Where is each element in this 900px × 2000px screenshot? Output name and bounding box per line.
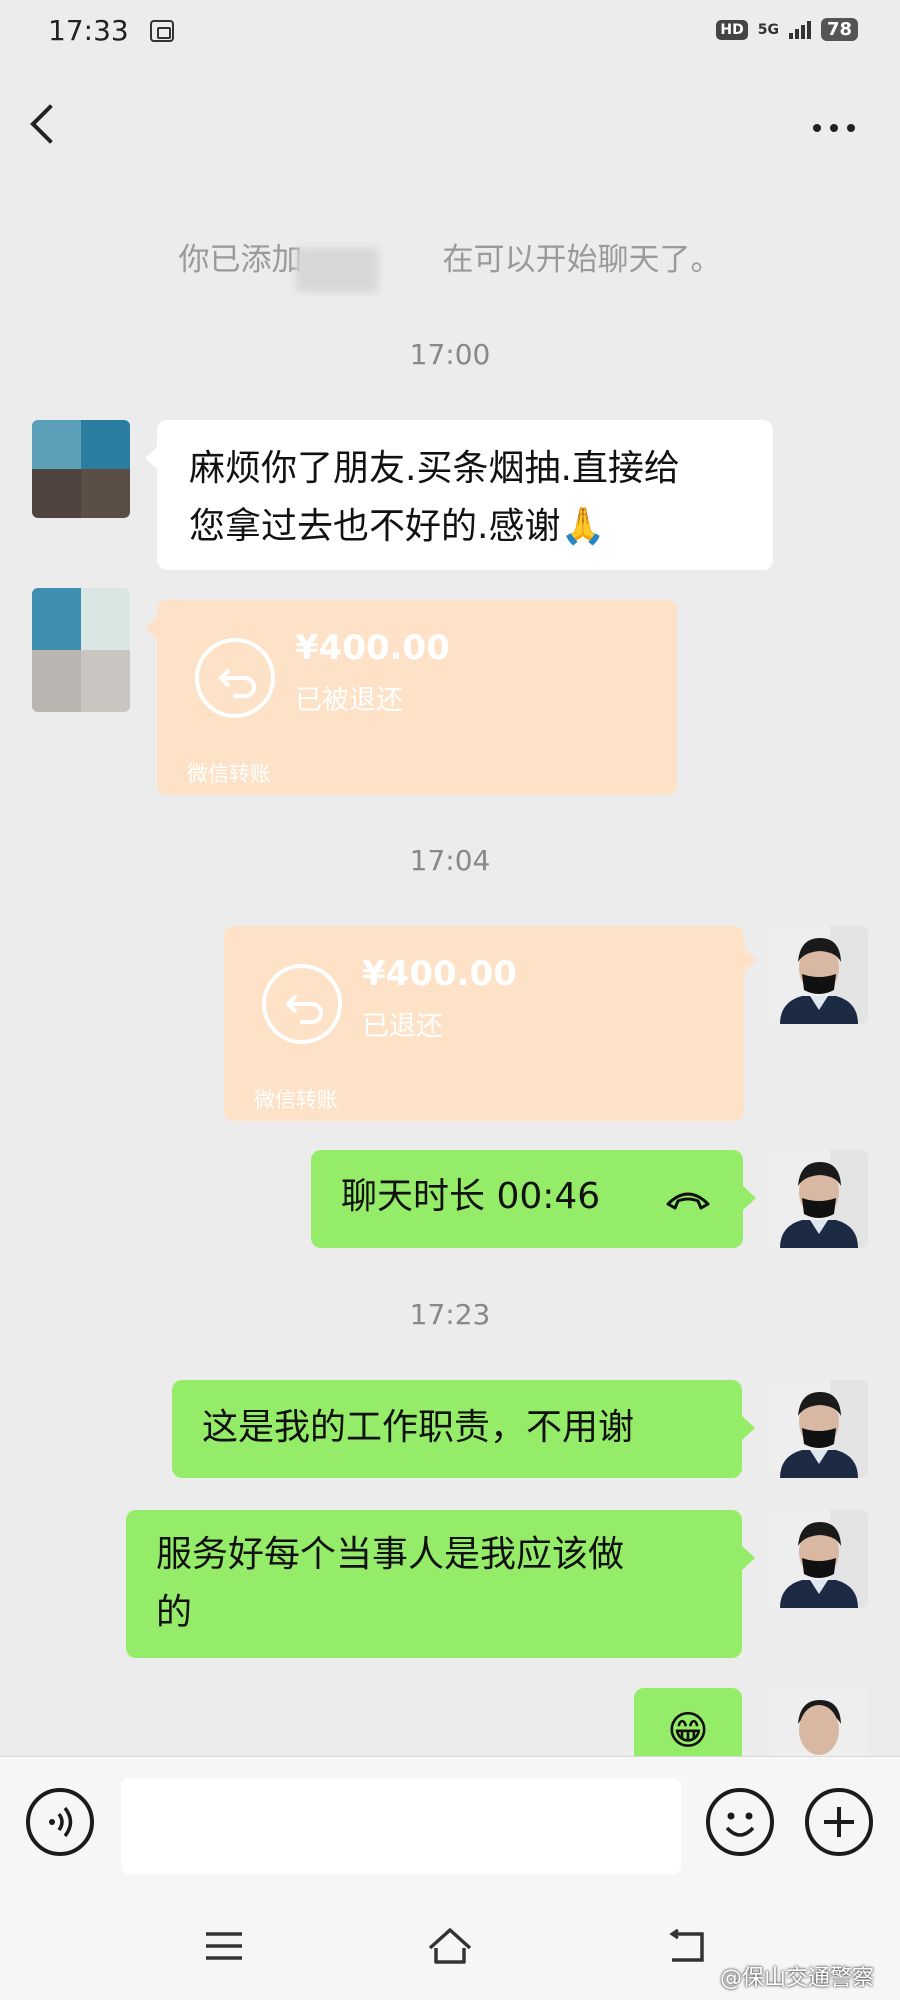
transfer-status: 已被退还	[295, 685, 403, 716]
signal-icon	[788, 20, 811, 39]
message-input[interactable]	[121, 1778, 681, 1874]
transfer-amount: ¥400.00	[362, 954, 517, 994]
call-duration-text: 聊天时长 00:46	[341, 1176, 601, 1217]
watermark: @保山交通警察	[719, 1966, 874, 1991]
my-avatar[interactable]	[770, 1510, 868, 1608]
contact-avatar[interactable]	[32, 420, 130, 518]
more-dots-icon[interactable]	[813, 124, 855, 132]
plus-icon[interactable]	[805, 1788, 873, 1856]
grinning-emoji: 😁	[667, 1708, 709, 1754]
status-indicators: HD 5G 78	[716, 18, 858, 41]
transfer-status: 已退还	[362, 1011, 443, 1042]
my-avatar[interactable]	[770, 1150, 868, 1248]
contact-message-bubble[interactable]: 麻烦你了朋友.买条烟抽.直接给 您拿过去也不好的.感谢🙏	[157, 420, 773, 570]
reply-2-line-1: 服务好每个当事人是我应该做	[156, 1534, 625, 1575]
back-arrow-icon[interactable]	[666, 1928, 710, 1966]
home-icon[interactable]	[426, 1926, 474, 1966]
hang-up-phone-icon	[666, 1192, 710, 1210]
contact-message-line-2: 您拿过去也不好的.感谢🙏	[189, 506, 606, 547]
bubble-tail	[743, 1186, 756, 1210]
bubble-tail	[744, 948, 757, 972]
timestamp-1: 17:00	[409, 338, 491, 371]
transfer-amount: ¥400.00	[295, 628, 450, 668]
menu-icon[interactable]	[204, 1930, 244, 1962]
reply-bubble-2[interactable]: 服务好每个当事人是我应该做 的	[126, 1510, 742, 1658]
contact-transfer-card[interactable]: ¥400.00 已被退还 微信转账	[157, 600, 677, 795]
contact-avatar[interactable]	[32, 588, 130, 712]
call-duration-bubble[interactable]: 聊天时长 00:46	[311, 1150, 743, 1248]
screen-cast-icon	[150, 20, 174, 42]
smile-icon[interactable]	[706, 1788, 774, 1856]
timestamp-2: 17:04	[409, 844, 491, 877]
chevron-left-icon[interactable]	[30, 104, 70, 144]
status-time: 17:33	[48, 14, 129, 47]
network-type: 5G	[757, 21, 779, 38]
refund-icon	[262, 964, 342, 1044]
my-avatar[interactable]	[770, 926, 868, 1024]
bubble-tail	[742, 1546, 755, 1570]
refund-icon	[195, 638, 275, 718]
timestamp-3: 17:23	[409, 1298, 491, 1331]
battery-level: 78	[820, 18, 858, 41]
my-transfer-card[interactable]: ¥400.00 已退还 微信转账	[224, 926, 744, 1121]
blurred-name	[296, 248, 378, 292]
transfer-footer: 微信转账	[254, 1088, 338, 1112]
hd-badge: HD	[716, 19, 748, 40]
system-message-suffix: 在可以开始聊天了。	[442, 242, 722, 278]
system-message: 你已添加 在可以开始聊天了。	[0, 234, 900, 279]
voice-icon[interactable]	[26, 1788, 94, 1856]
contact-message-line-1: 麻烦你了朋友.买条烟抽.直接给	[189, 448, 680, 489]
system-message-prefix: 你已添加	[178, 242, 303, 278]
transfer-footer: 微信转账	[187, 762, 271, 786]
reply-1-text: 这是我的工作职责，不用谢	[202, 1407, 635, 1448]
my-avatar[interactable]	[770, 1380, 868, 1478]
reply-bubble-1[interactable]: 这是我的工作职责，不用谢	[172, 1380, 742, 1478]
bubble-tail	[742, 1416, 755, 1440]
reply-2-line-2: 的	[156, 1592, 193, 1633]
